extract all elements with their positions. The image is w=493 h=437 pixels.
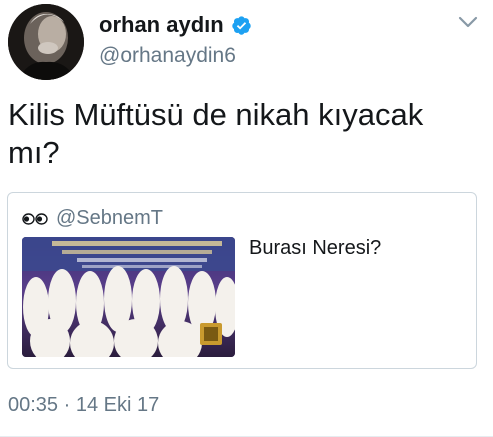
quoted-tweet[interactable]: @SebnemT Burası Neresi?	[7, 192, 477, 369]
eyes-icon	[22, 212, 48, 226]
chevron-down-icon[interactable]	[457, 14, 479, 30]
tweet-text: Kilis Müftüsü de nikah kıyacak mı?	[8, 97, 424, 170]
author-handle[interactable]: @orhanaydin6	[99, 44, 236, 68]
avatar-image	[8, 4, 84, 80]
tweet-card: orhan aydın @orhanaydin6 Kilis Müftüsü d…	[0, 0, 493, 437]
author-name[interactable]: orhan aydın	[99, 12, 224, 38]
avatar[interactable]	[8, 4, 84, 80]
quoted-tweet-text: Burası Neresi?	[249, 237, 382, 259]
quoted-tweet-handle[interactable]: @SebnemT	[56, 207, 163, 230]
quoted-tweet-header: @SebnemT	[22, 207, 163, 230]
tweet-timestamp[interactable]: 00:35 · 14 Eki 17	[8, 394, 159, 417]
quoted-tweet-photo[interactable]	[22, 237, 235, 357]
author-name-row[interactable]: orhan aydın	[99, 12, 252, 38]
verified-badge-icon	[231, 15, 252, 36]
